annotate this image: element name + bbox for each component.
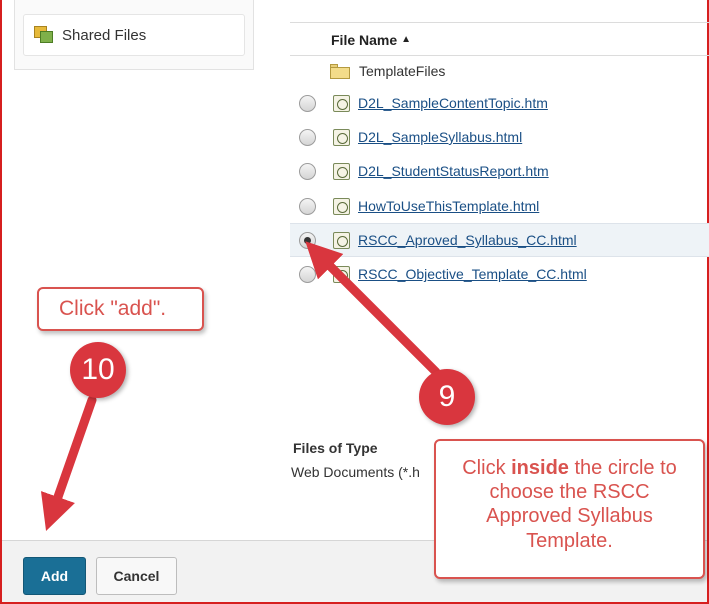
file-list-header[interactable]: File Name ▲: [290, 24, 709, 56]
web-document-icon: [333, 94, 350, 112]
file-row-selected: RSCC_Aproved_Syllabus_CC.html: [290, 223, 709, 257]
file-link[interactable]: RSCC_Objective_Template_CC.html: [358, 266, 587, 282]
file-radio[interactable]: [299, 128, 316, 146]
step-10-badge: 10: [70, 342, 126, 398]
file-row: HowToUseThisTemplate.html: [290, 189, 709, 223]
step-9-badge: 9: [419, 369, 475, 425]
sort-ascending-icon[interactable]: ▲: [401, 34, 411, 45]
file-radio[interactable]: [299, 265, 316, 283]
file-radio[interactable]: [299, 162, 316, 180]
file-radio-checked[interactable]: [299, 231, 316, 249]
file-radio[interactable]: [299, 197, 316, 215]
shared-files-icon: [34, 26, 54, 44]
file-row: D2L_StudentStatusReport.htm: [290, 154, 709, 188]
cancel-button[interactable]: Cancel: [96, 557, 177, 595]
file-link[interactable]: RSCC_Aproved_Syllabus_CC.html: [358, 232, 577, 248]
callout-text-bold: inside: [511, 457, 569, 479]
divider: [290, 22, 709, 23]
file-name-column-header[interactable]: File Name: [331, 32, 397, 48]
web-document-icon: [333, 128, 350, 146]
shared-files-item[interactable]: Shared Files: [23, 14, 245, 56]
folder-label[interactable]: TemplateFiles: [359, 63, 445, 79]
file-row: D2L_SampleContentTopic.htm: [290, 86, 709, 120]
add-button[interactable]: Add: [23, 557, 86, 595]
file-link[interactable]: D2L_SampleContentTopic.htm: [358, 95, 548, 111]
file-radio[interactable]: [299, 94, 316, 112]
files-of-type-label: Files of Type: [293, 440, 378, 456]
web-document-icon: [333, 197, 350, 215]
web-document-icon: [333, 265, 350, 283]
callout-click-add: Click "add".: [37, 287, 204, 331]
shared-files-label: Shared Files: [62, 26, 147, 44]
file-link[interactable]: D2L_SampleSyllabus.html: [358, 129, 522, 145]
files-of-type-select[interactable]: Web Documents (*.h: [291, 464, 420, 480]
folder-icon: [330, 63, 350, 79]
sidebar: Shared Files: [14, 0, 254, 70]
file-row: RSCC_Objective_Template_CC.html: [290, 257, 709, 291]
file-row: D2L_SampleSyllabus.html: [290, 120, 709, 154]
callout-text-start: Click: [462, 457, 512, 479]
callout-click-inside-circle: Click inside the circle to choose the RS…: [434, 439, 705, 579]
web-document-icon: [333, 231, 350, 249]
file-link[interactable]: HowToUseThisTemplate.html: [358, 198, 539, 214]
folder-row[interactable]: TemplateFiles: [290, 58, 709, 84]
web-document-icon: [333, 162, 350, 180]
file-link[interactable]: D2L_StudentStatusReport.htm: [358, 163, 549, 179]
